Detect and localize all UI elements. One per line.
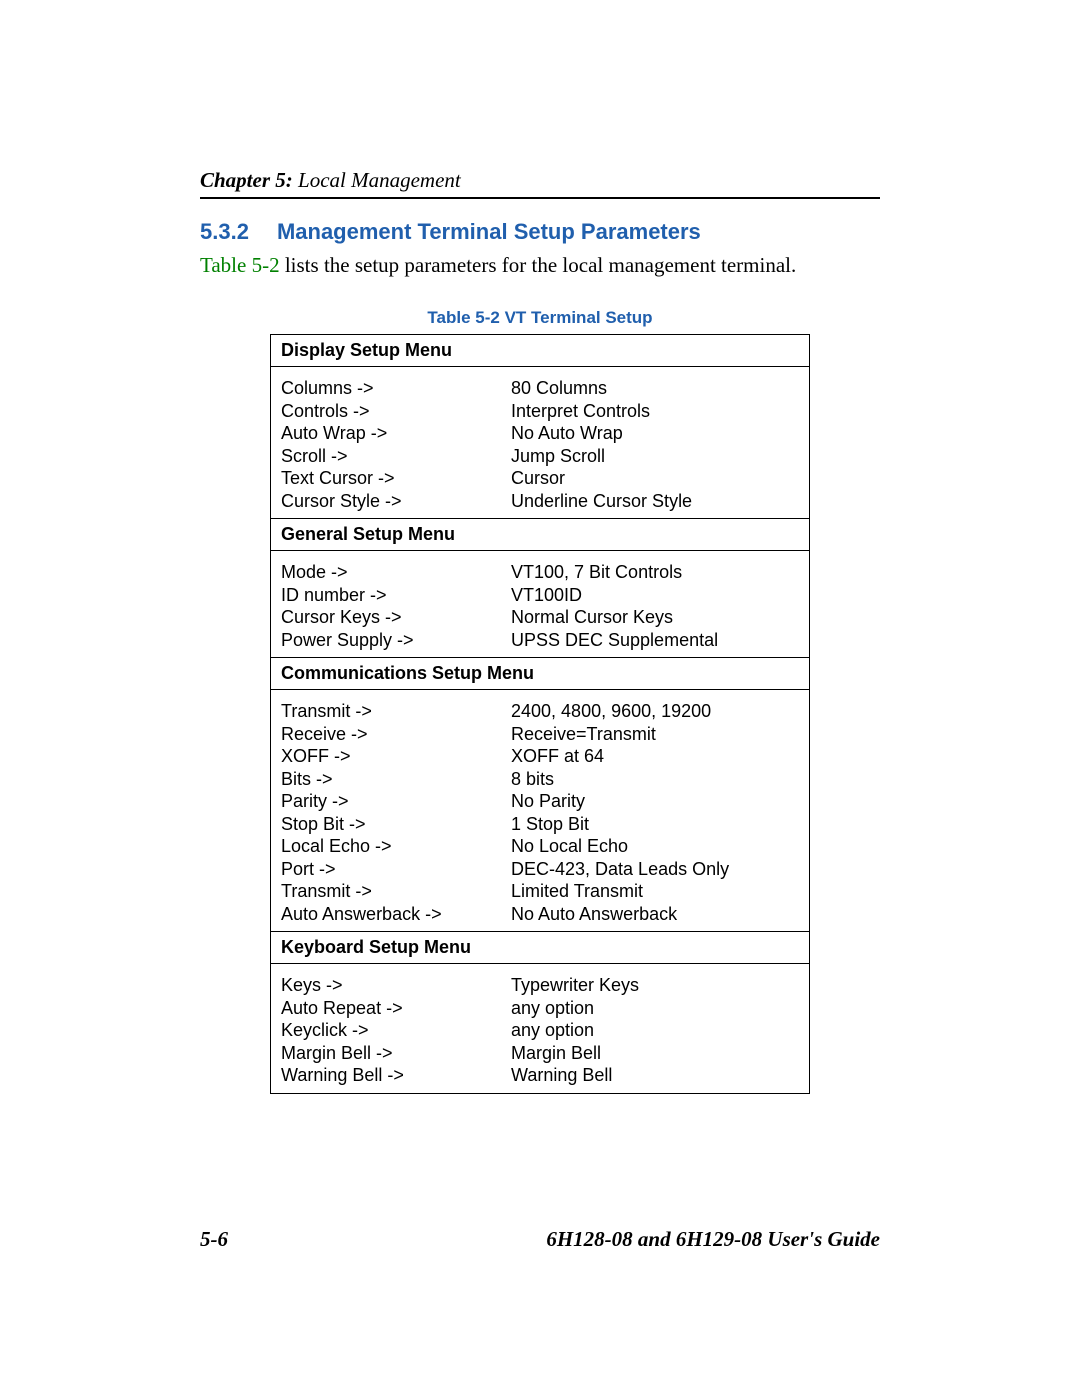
table-section-header: General Setup Menu <box>271 519 809 551</box>
param-value: No Local Echo <box>511 835 799 858</box>
param-label: Margin Bell -> <box>281 1042 511 1065</box>
table-row: Keys ->Typewriter Keys <box>281 974 799 997</box>
param-value: VT100ID <box>511 584 799 607</box>
param-label: Cursor Style -> <box>281 490 511 513</box>
param-label: Warning Bell -> <box>281 1064 511 1087</box>
header-rule <box>200 197 880 199</box>
param-value: Receive=Transmit <box>511 723 799 746</box>
section-number: 5.3.2 <box>200 219 249 245</box>
table-row: Local Echo ->No Local Echo <box>281 835 799 858</box>
page-content: Chapter 5: Local Management 5.3.2 Managem… <box>0 0 1080 1094</box>
setup-table: Display Setup Menu Columns ->80 Columns … <box>270 334 810 1094</box>
param-value: Normal Cursor Keys <box>511 606 799 629</box>
table-section-header: Keyboard Setup Menu <box>271 932 809 964</box>
param-label: Power Supply -> <box>281 629 511 652</box>
table-row: Controls ->Interpret Controls <box>281 400 799 423</box>
param-label: Controls -> <box>281 400 511 423</box>
param-label: Keys -> <box>281 974 511 997</box>
table-row: Receive ->Receive=Transmit <box>281 723 799 746</box>
param-label: Receive -> <box>281 723 511 746</box>
chapter-title: Local Management <box>293 168 461 192</box>
table-row: ID number ->VT100ID <box>281 584 799 607</box>
table-caption: Table 5-2 VT Terminal Setup <box>200 308 880 328</box>
param-value: any option <box>511 997 799 1020</box>
table-row: XOFF ->XOFF at 64 <box>281 745 799 768</box>
param-value: Underline Cursor Style <box>511 490 799 513</box>
table-row: Auto Wrap ->No Auto Wrap <box>281 422 799 445</box>
param-label: Columns -> <box>281 377 511 400</box>
table-row: Text Cursor ->Cursor <box>281 467 799 490</box>
section-heading: 5.3.2 Management Terminal Setup Parameter… <box>200 219 880 245</box>
table-row: Keyclick ->any option <box>281 1019 799 1042</box>
param-value: No Parity <box>511 790 799 813</box>
param-value: Cursor <box>511 467 799 490</box>
param-value: 80 Columns <box>511 377 799 400</box>
intro-rest: lists the setup parameters for the local… <box>280 253 797 277</box>
table-section-body: Mode ->VT100, 7 Bit Controls ID number -… <box>271 551 809 658</box>
table-row: Stop Bit ->1 Stop Bit <box>281 813 799 836</box>
table-row: Margin Bell ->Margin Bell <box>281 1042 799 1065</box>
param-value: any option <box>511 1019 799 1042</box>
param-value: Warning Bell <box>511 1064 799 1087</box>
param-value: 2400, 4800, 9600, 19200 <box>511 700 799 723</box>
param-label: Scroll -> <box>281 445 511 468</box>
param-label: Cursor Keys -> <box>281 606 511 629</box>
param-label: Port -> <box>281 858 511 881</box>
guide-title: 6H128-08 and 6H129-08 User's Guide <box>546 1227 880 1252</box>
param-label: Keyclick -> <box>281 1019 511 1042</box>
table-row: Mode ->VT100, 7 Bit Controls <box>281 561 799 584</box>
table-row: Warning Bell ->Warning Bell <box>281 1064 799 1087</box>
param-label: ID number -> <box>281 584 511 607</box>
param-label: Stop Bit -> <box>281 813 511 836</box>
table-row: Transmit ->Limited Transmit <box>281 880 799 903</box>
param-value: Interpret Controls <box>511 400 799 423</box>
table-section-body: Columns ->80 Columns Controls ->Interpre… <box>271 367 809 519</box>
chapter-header: Chapter 5: Local Management <box>200 168 880 193</box>
param-value: VT100, 7 Bit Controls <box>511 561 799 584</box>
param-label: Local Echo -> <box>281 835 511 858</box>
table-row: Bits ->8 bits <box>281 768 799 791</box>
param-value: Jump Scroll <box>511 445 799 468</box>
section-title: Management Terminal Setup Parameters <box>277 219 701 244</box>
table-section-body: Transmit ->2400, 4800, 9600, 19200 Recei… <box>271 690 809 932</box>
param-value: No Auto Wrap <box>511 422 799 445</box>
param-value: Margin Bell <box>511 1042 799 1065</box>
param-value: 1 Stop Bit <box>511 813 799 836</box>
table-row: Auto Repeat ->any option <box>281 997 799 1020</box>
param-value: DEC-423, Data Leads Only <box>511 858 799 881</box>
page-footer: 5-6 6H128-08 and 6H129-08 User's Guide <box>200 1227 880 1252</box>
param-value: XOFF at 64 <box>511 745 799 768</box>
table-row: Columns ->80 Columns <box>281 377 799 400</box>
chapter-prefix: Chapter 5: <box>200 168 293 192</box>
param-label: Parity -> <box>281 790 511 813</box>
param-value: Limited Transmit <box>511 880 799 903</box>
param-value: No Auto Answerback <box>511 903 799 926</box>
table-row: Cursor Style ->Underline Cursor Style <box>281 490 799 513</box>
table-row: Transmit ->2400, 4800, 9600, 19200 <box>281 700 799 723</box>
table-section-header: Display Setup Menu <box>271 335 809 367</box>
param-value: UPSS DEC Supplemental <box>511 629 799 652</box>
intro-text: Table 5-2 lists the setup parameters for… <box>200 253 880 278</box>
table-row: Power Supply ->UPSS DEC Supplemental <box>281 629 799 652</box>
param-value: Typewriter Keys <box>511 974 799 997</box>
param-value: 8 bits <box>511 768 799 791</box>
table-section-header: Communications Setup Menu <box>271 658 809 690</box>
table-row: Port ->DEC-423, Data Leads Only <box>281 858 799 881</box>
table-row: Scroll ->Jump Scroll <box>281 445 799 468</box>
param-label: Auto Repeat -> <box>281 997 511 1020</box>
table-section-body: Keys ->Typewriter Keys Auto Repeat ->any… <box>271 964 809 1093</box>
param-label: Transmit -> <box>281 880 511 903</box>
table-reference[interactable]: Table 5-2 <box>200 253 280 277</box>
param-label: Auto Answerback -> <box>281 903 511 926</box>
page-number: 5-6 <box>200 1227 228 1252</box>
table-row: Parity ->No Parity <box>281 790 799 813</box>
param-label: XOFF -> <box>281 745 511 768</box>
param-label: Text Cursor -> <box>281 467 511 490</box>
param-label: Bits -> <box>281 768 511 791</box>
param-label: Transmit -> <box>281 700 511 723</box>
table-row: Auto Answerback ->No Auto Answerback <box>281 903 799 926</box>
param-label: Mode -> <box>281 561 511 584</box>
table-row: Cursor Keys ->Normal Cursor Keys <box>281 606 799 629</box>
param-label: Auto Wrap -> <box>281 422 511 445</box>
